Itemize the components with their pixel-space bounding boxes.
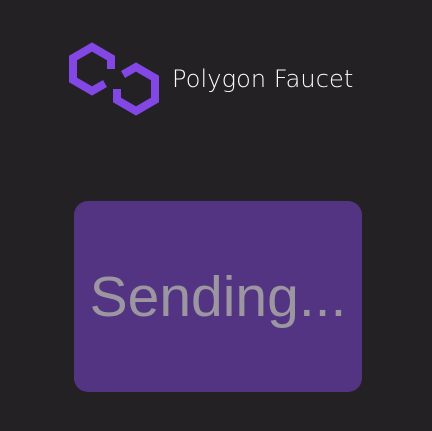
app-title: Polygon Faucet [172, 65, 354, 93]
app-header: Polygon Faucet [66, 38, 353, 120]
polygon-logo-icon [69, 42, 159, 116]
send-button[interactable]: Sending... [74, 201, 362, 392]
